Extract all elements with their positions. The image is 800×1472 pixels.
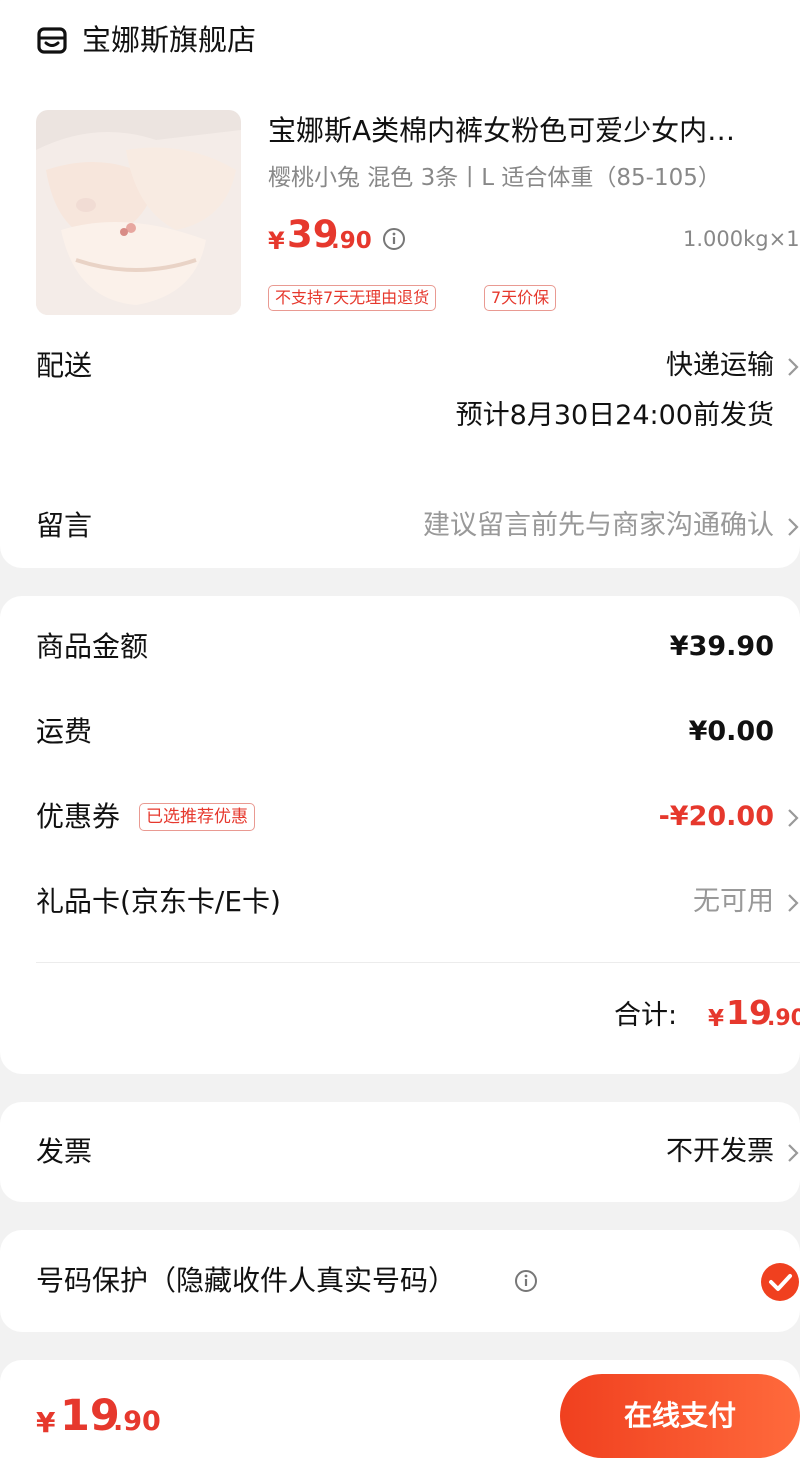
chevron-right-icon [788, 809, 799, 827]
total-decimal: .90 [767, 1006, 800, 1031]
coupon-tag: 已选推荐优惠 [139, 803, 255, 831]
invoice-value[interactable]: 不开发票 [666, 1132, 774, 1172]
info-icon[interactable] [382, 227, 406, 251]
product-photo [36, 110, 241, 315]
footer-price-symbol: ¥ [36, 1406, 56, 1439]
no-return-tag: 不支持7天无理由退货 [268, 285, 437, 311]
shipping-label: 运费 [36, 715, 93, 748]
product-spec[interactable]: 樱桃小兔 混色 3条丨L 适合体重（85-105） [268, 160, 721, 196]
delivery-estimate: 预计8月30日24:00前发货 [455, 400, 774, 431]
price-symbol: ¥ [268, 227, 285, 255]
privacy-checkbox[interactable] [760, 1262, 800, 1302]
footer-price-decimal: .90 [113, 1406, 161, 1437]
goods-amount-value: ¥39.90 [669, 631, 774, 662]
product-title[interactable]: 宝娜斯A类棉内裤女粉色可爱少女内… [268, 110, 788, 152]
privacy-label: 号码保护（隐藏收件人真实号码） [36, 1264, 457, 1297]
delivery-label: 配送 [36, 349, 93, 382]
total-label: 合计: [614, 1000, 678, 1031]
weight-quantity: 1.000kg×1 [683, 227, 800, 251]
giftcard-value[interactable]: 无可用 [693, 882, 774, 922]
store-icon [37, 27, 67, 54]
goods-amount-label: 商品金额 [36, 630, 149, 663]
chevron-right-icon [788, 518, 799, 536]
coupon-label: 优惠券 [36, 800, 121, 833]
price-protect-tag: 7天价保 [484, 285, 557, 311]
coupon-value[interactable]: -¥20.00 [659, 797, 774, 837]
info-icon[interactable] [514, 1269, 538, 1293]
total-integer: 19 [726, 993, 772, 1032]
giftcard-label: 礼品卡(京东卡/E卡) [36, 885, 281, 918]
footer-price-integer: 19 [60, 1391, 120, 1441]
pay-online-button[interactable]: 在线支付 [560, 1374, 800, 1458]
shipping-value: ¥0.00 [688, 716, 774, 747]
message-input[interactable]: 建议留言前先与商家沟通确认 [423, 506, 774, 546]
chevron-right-icon [788, 358, 799, 376]
invoice-label: 发票 [36, 1135, 93, 1168]
delivery-method[interactable]: 快递运输 [666, 346, 774, 386]
divider [36, 962, 800, 963]
message-label: 留言 [36, 509, 93, 542]
chevron-right-icon [788, 894, 799, 912]
store-name[interactable]: 宝娜斯旗舰店 [82, 20, 256, 60]
price-decimal: .90 [331, 228, 372, 254]
product-image[interactable] [36, 110, 241, 315]
total-symbol: ¥ [708, 1006, 725, 1032]
chevron-right-icon [788, 1144, 799, 1162]
